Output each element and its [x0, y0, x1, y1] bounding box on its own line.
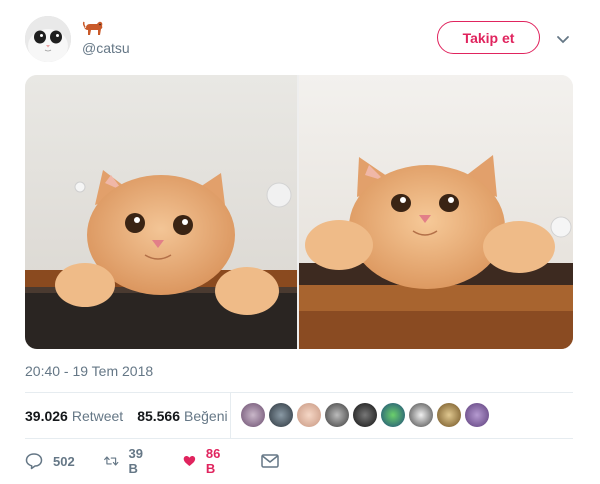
- retweet-icon: [104, 456, 119, 466]
- reply-icon: [25, 453, 43, 470]
- retweet-count[interactable]: 39.026: [25, 408, 68, 424]
- liker-avatar[interactable]: [269, 403, 293, 427]
- retweet-button[interactable]: 39 B: [104, 446, 148, 476]
- tweet-timestamp[interactable]: 20:40 - 19 Tem 2018: [25, 363, 153, 379]
- envelope-icon: [261, 454, 279, 468]
- tweet-media[interactable]: [25, 75, 573, 349]
- cat-face-avatar-icon: [25, 16, 71, 62]
- like-button[interactable]: 86 B: [183, 446, 225, 476]
- divider-bottom: [25, 438, 573, 439]
- like-label[interactable]: Beğeni: [184, 408, 228, 424]
- cat-photo-left[interactable]: [25, 75, 297, 349]
- dog-emoji-icon: [82, 16, 106, 36]
- liker-avatar[interactable]: [353, 403, 377, 427]
- direct-message-button[interactable]: [261, 454, 279, 468]
- retweet-label[interactable]: Retweet: [72, 408, 123, 424]
- tweet-stats: 39.026 Retweet 85.566 Beğeni: [25, 393, 573, 438]
- chevron-down-icon[interactable]: [556, 32, 570, 44]
- liker-avatar[interactable]: [437, 403, 461, 427]
- liker-avatar[interactable]: [465, 403, 489, 427]
- stats-separator: [230, 393, 231, 438]
- cat-photo-right[interactable]: [299, 75, 573, 349]
- reply-button[interactable]: 502: [25, 452, 75, 470]
- author-handle[interactable]: @catsu: [82, 40, 130, 56]
- reply-count: 502: [53, 453, 75, 469]
- liker-avatars: [241, 403, 493, 427]
- like-action-count: 86 B: [205, 446, 221, 476]
- retweet-action-count: 39 B: [128, 446, 143, 476]
- author-avatar[interactable]: [25, 16, 71, 62]
- like-count[interactable]: 85.566: [137, 408, 180, 424]
- liker-avatar[interactable]: [241, 403, 265, 427]
- liker-avatar[interactable]: [381, 403, 405, 427]
- liker-avatar[interactable]: [409, 403, 433, 427]
- liker-avatar[interactable]: [325, 403, 349, 427]
- follow-button[interactable]: Takip et: [437, 21, 540, 54]
- liker-avatar[interactable]: [297, 403, 321, 427]
- heart-icon: [183, 455, 196, 467]
